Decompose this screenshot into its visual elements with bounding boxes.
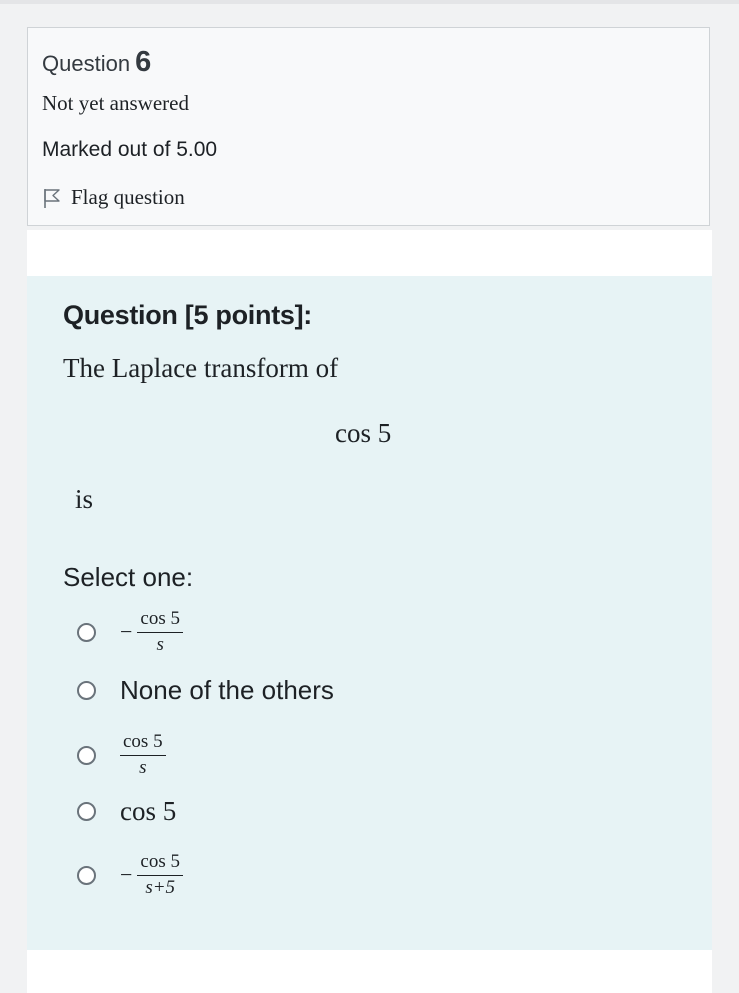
question-state: Not yet answered xyxy=(42,91,189,115)
select-one-prompt: Select one: xyxy=(63,562,194,592)
question-heading: Question [5 points]: xyxy=(63,300,312,330)
radio-unchecked-icon[interactable] xyxy=(77,745,96,765)
radio-unchecked-icon[interactable] xyxy=(77,622,96,642)
question-text: The Laplace transform of xyxy=(63,353,339,383)
option-4-label: cos 5 xyxy=(120,796,177,826)
option-1-numerator: cos 5 xyxy=(137,608,183,633)
content-footer-spacer xyxy=(27,950,712,993)
question-grade: Marked out of 5.00 xyxy=(42,138,218,161)
question-number-heading: Question 6 xyxy=(42,46,151,79)
option-1-sign: − xyxy=(120,619,133,645)
answer-option-2[interactable]: None of the others xyxy=(77,675,334,706)
option-5-sign: − xyxy=(120,862,133,888)
option-3-fraction: cos 5 s xyxy=(120,731,166,779)
answer-option-4[interactable]: cos 5 xyxy=(77,796,176,827)
radio-unchecked-icon[interactable] xyxy=(77,802,96,821)
question-text-after: is xyxy=(75,484,94,514)
option-3-label: cos 5 s xyxy=(120,731,166,779)
radio-unchecked-icon[interactable] xyxy=(77,681,96,700)
question-math-expression: cos 5 xyxy=(335,418,392,448)
option-1-fraction: cos 5 s xyxy=(137,608,183,656)
option-2-label: None of the others xyxy=(120,675,334,705)
question-formulation: Question [5 points]: The Laplace transfo… xyxy=(27,276,712,950)
answer-option-1[interactable]: − cos 5 s xyxy=(77,608,183,656)
option-3-denominator: s xyxy=(139,756,147,778)
option-5-numerator: cos 5 xyxy=(137,851,183,876)
question-number: 6 xyxy=(135,46,152,78)
radio-unchecked-icon[interactable] xyxy=(77,865,96,885)
option-5-label: − cos 5 s+5 xyxy=(120,851,183,899)
answer-option-3[interactable]: cos 5 s xyxy=(77,731,166,779)
flag-question-link[interactable]: Flag question xyxy=(42,185,185,210)
option-1-denominator: s xyxy=(156,633,164,655)
top-divider xyxy=(0,0,739,4)
option-5-denominator: s+5 xyxy=(145,876,176,898)
option-5-fraction: cos 5 s+5 xyxy=(137,851,183,899)
content-spacer xyxy=(27,230,712,276)
answer-option-5[interactable]: − cos 5 s+5 xyxy=(77,851,183,899)
option-3-numerator: cos 5 xyxy=(120,731,166,756)
flag-outline-icon xyxy=(44,188,60,208)
question-label: Question xyxy=(42,51,131,76)
flag-question-label: Flag question xyxy=(71,185,185,209)
option-1-label: − cos 5 s xyxy=(120,608,183,656)
question-info-panel: Question 6 Not yet answered Marked out of… xyxy=(27,27,710,226)
